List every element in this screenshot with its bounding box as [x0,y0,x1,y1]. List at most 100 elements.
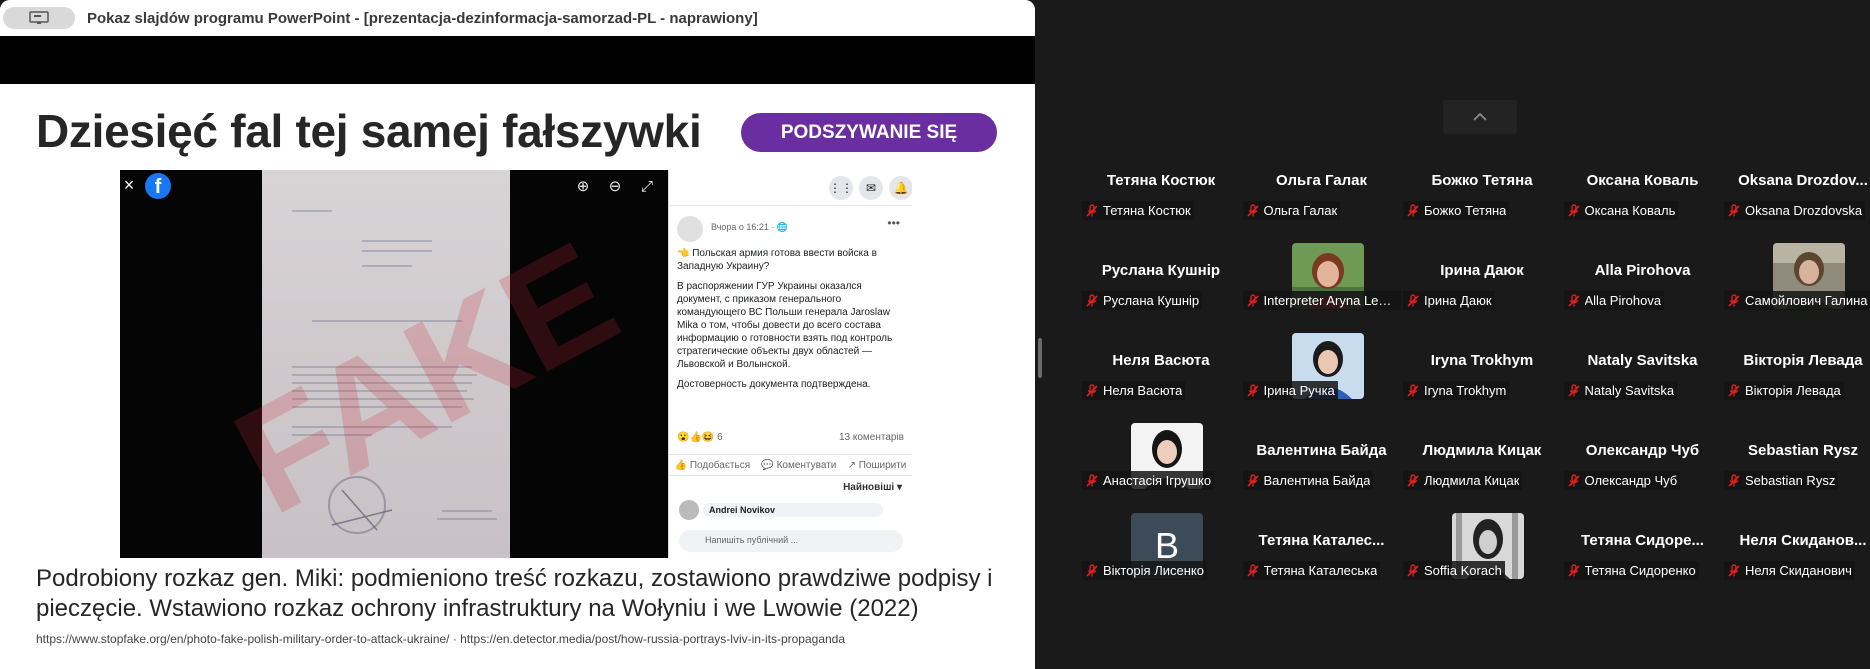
mic-off-icon [1407,563,1419,577]
participant-display-name: Ірина Даюк [1440,262,1524,279]
participant-display-name: Вікторія Левада [1743,352,1863,369]
more-options-icon: ••• [887,216,900,230]
mic-off-icon [1567,203,1580,217]
post-actions: 👍 Подобається 💬 Коментувати ↗ Поширити [669,454,912,476]
mic-off-icon [1086,293,1098,307]
participants-gallery: Тетяна Костюк Тетяна Костюк Ольга Галак Оль… [1048,0,1870,669]
scroll-up-button[interactable] [1443,100,1517,134]
participant-name: Валентина Байда [1263,473,1371,488]
mic-off-icon [1567,383,1580,397]
participant-tile[interactable]: Тетяна Сидоре... Тетяна Сидоренко [1563,530,1722,616]
mic-off-icon [1567,473,1580,487]
participant-name: Руслана Кушнір [1103,293,1200,308]
slide-caption: Podrobiony rozkaz gen. Miki: podmieniono… [36,565,993,622]
participant-tile[interactable]: Soffia Korach [1403,513,1561,616]
participant-label: Ірина Даюк [1403,291,1495,310]
photo-viewer: FAKE × f ⊕ ⊖ ⤢ [120,170,668,558]
avatar [677,216,703,242]
participant-tile[interactable]: Тетяна Костюк Тетяна Костюк [1082,170,1240,256]
participant-label: Sebastian Rysz [1724,471,1839,490]
participant-name: Тетяна Костюк [1103,203,1191,218]
participant-name: Оксана Коваль [1584,203,1676,218]
participant-display-name: Оксана Коваль [1586,172,1699,189]
slide-sources: https://www.stopfake.org/en/photo-fake-p… [36,632,846,646]
comment: Andrei Novikov [679,500,894,522]
comment-action: 💬 Коментувати [761,459,837,471]
participant-tile[interactable]: B Вікторія Лисенко [1082,513,1240,616]
comment-sort: Найновіші ▾ [843,482,902,493]
participant-label: Iryna Trokhym [1403,381,1510,400]
participant-tile[interactable]: Iryna Trokhym Iryna Trokhym [1403,350,1561,436]
participant-label: Nataly Savitska [1563,381,1678,400]
participant-name: Олександр Чуб [1584,473,1678,488]
participant-label: Руслана Кушнір [1082,291,1203,310]
participant-name: Людмила Кицак [1424,473,1520,488]
participant-label: Soffia Korach [1403,561,1505,580]
mic-off-icon [1086,203,1098,217]
participant-label: Тетяна Костюк [1082,201,1194,220]
participant-tile[interactable]: Олександр Чуб Олександр Чуб [1563,440,1722,526]
participant-tile[interactable]: Ірина Ручка [1242,333,1401,436]
participant-tile[interactable]: Неля Скиданов... Неля Скиданович [1724,530,1870,616]
presentation-icon[interactable] [3,7,75,29]
participant-display-name: Oksana Drozdov... [1738,172,1868,189]
slide[interactable]: Dziesięć fal tej samej fałszywki PODSZYW… [0,84,1035,664]
participant-label: Alla Pirohova [1563,291,1665,310]
mic-off-icon [1246,383,1259,397]
participant-label: Неля Скиданович [1724,561,1855,580]
post-paragraph: В распоряжении ГУР Украины оказался доку… [677,281,893,370]
participant-tile[interactable]: Ірина Даюк Ірина Даюк [1403,260,1561,346]
participant-display-name: Тетяна Костюк [1106,172,1216,189]
participant-name: Неля Скиданович [1745,563,1852,578]
mic-off-icon [1407,473,1419,487]
participant-name: Ірина Ручка [1263,383,1335,398]
participant-display-name: Руслана Кушнір [1101,262,1221,279]
participant-name: Sebastian Rysz [1745,473,1836,488]
share-action: ↗ Поширити [847,459,907,471]
zoom-out-icon: ⊖ [608,178,622,195]
participant-name: Ірина Даюк [1424,293,1492,308]
participant-tile[interactable]: Оксана Коваль Оксана Коваль [1563,170,1722,256]
participant-name: Вікторія Левада [1745,383,1841,398]
zoom-in-icon: ⊕ [576,178,590,195]
participant-display-name: Валентина Байда [1256,442,1387,459]
participant-name: Oksana Drozdovska [1745,203,1863,218]
mic-off-icon [1407,203,1419,217]
participant-tile[interactable]: Руслана Кушнір Руслана Кушнір [1082,260,1240,346]
participant-tile[interactable]: Тетяна Каталес... Тетяна Каталеська [1242,530,1401,616]
participant-label: Вікторія Левада [1724,381,1844,400]
participant-label: Валентина Байда [1242,471,1374,490]
mic-off-icon [1246,563,1259,577]
participant-tile[interactable]: Божко Тетяна Божко Тетяна [1403,170,1561,256]
participant-label: Людмила Кицак [1403,471,1523,490]
participant-tile[interactable]: Самойлович Галина [1724,243,1870,346]
participant-label: Самойлович Галина [1724,291,1870,310]
participant-name: Ольга Галак [1263,203,1338,218]
participant-display-name: Тетяна Сидоре... [1581,532,1704,549]
post-timestamp: Вчора о 16:21 · 🌐 [711,222,789,232]
slide-letterbox [0,36,1035,84]
participant-name: Самойлович Галина [1745,293,1868,308]
facebook-post-panel: ⋮⋮ ✉ 🔔 Вчора о 16:21 · 🌐 ••• 👈 Польская … [668,170,912,558]
participant-label: Анастасія Ігрушко [1082,471,1215,490]
participant-name: Вікторія Лисенко [1103,563,1204,578]
window-titlebar[interactable]: Pokaz slajdów programu PowerPoint - [pre… [0,0,1035,36]
notifications-icon: 🔔 [889,176,912,200]
participant-name: Soffia Korach [1424,563,1502,578]
participant-tile[interactable]: Валентина Байда Валентина Байда [1242,440,1401,526]
mic-off-icon [1728,563,1740,577]
mic-off-icon [1728,473,1740,487]
post-paragraph: 👈 Польская армия готова ввести войска в … [677,248,877,272]
facebook-post-screenshot: FAKE × f ⊕ ⊖ ⤢ ⋮⋮ ✉ 🔔 Вчора о 16:21 · 🌐 … [120,170,912,558]
participant-display-name: Неля Васюта [1112,352,1210,369]
participant-display-name: Nataly Savitska [1587,352,1698,369]
participant-display-name: Ольга Галак [1275,172,1367,189]
participant-tile[interactable]: Alla Pirohova Alla Pirohova [1563,260,1722,346]
mic-off-icon [1246,293,1259,307]
participant-name: Тетяна Сидоренко [1584,563,1696,578]
panel-splitter-handle[interactable] [1038,338,1042,378]
participant-tile[interactable]: Sebastian Rysz Sebastian Rysz [1724,440,1870,526]
participant-tile[interactable]: Nataly Savitska Nataly Savitska [1563,350,1722,436]
close-icon: × [123,175,135,195]
participant-tile[interactable]: Вікторія Левада Вікторія Левада [1724,350,1870,436]
